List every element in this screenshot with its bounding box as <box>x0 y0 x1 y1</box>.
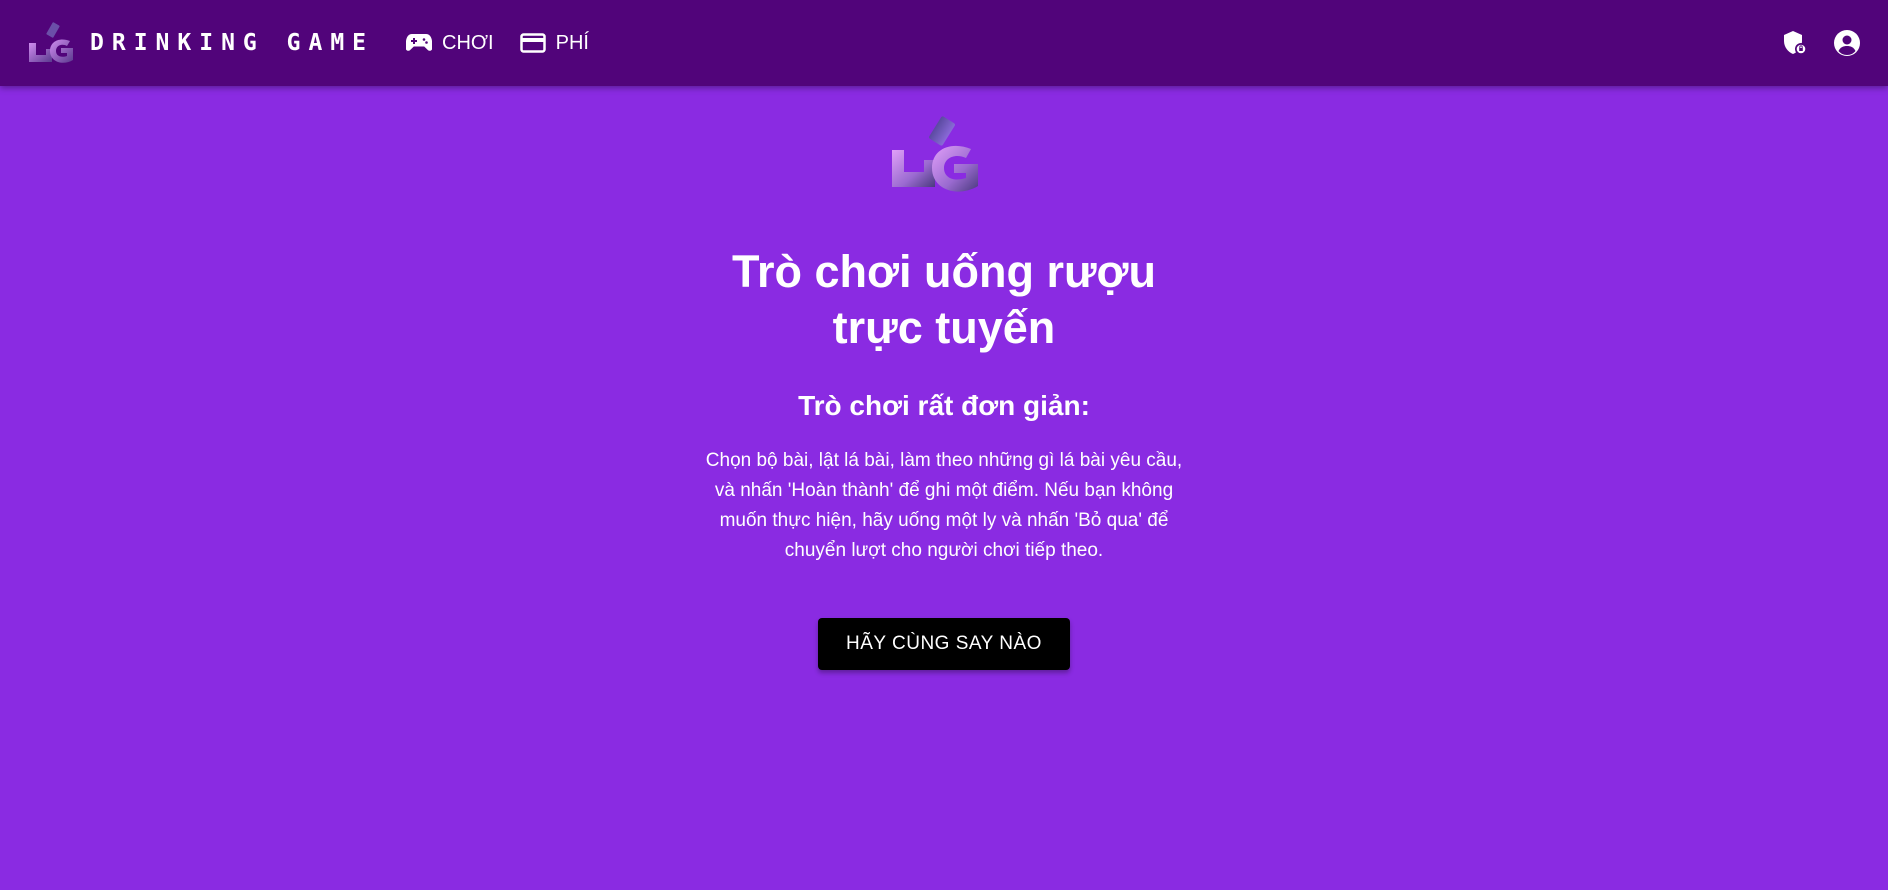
brand-title: DRINKING GAME <box>90 30 375 56</box>
hero-subtitle: Trò chơi rất đơn giản: <box>798 390 1090 421</box>
nav-play-label: CHƠI <box>442 31 494 54</box>
nav-fee-label: PHÍ <box>555 31 589 54</box>
account-circle-icon <box>1834 30 1860 56</box>
hero-title: Trò chơi uống rượu trực tuyến <box>731 246 1157 353</box>
nav-play-button[interactable]: CHƠI <box>402 26 498 61</box>
header-actions <box>1780 0 1862 86</box>
nav-fee-button[interactable]: PHÍ <box>516 26 593 61</box>
credit-card-icon <box>519 33 546 53</box>
hero-section: Trò chơi uống rượu trực tuyến Trò chơi r… <box>0 86 1888 670</box>
privacy-shield-icon <box>1784 31 1807 55</box>
account-button[interactable] <box>1832 28 1862 58</box>
app-bar: DRINKING GAME CHƠI PHÍ <box>0 0 1888 86</box>
dg-hero-logo-icon <box>892 116 978 192</box>
brand-home-link[interactable]: DRINKING GAME <box>27 21 374 65</box>
privacy-button[interactable] <box>1780 28 1810 58</box>
gamepad-icon <box>406 34 433 51</box>
dg-logo-icon <box>29 22 73 63</box>
lets-get-drunk-button[interactable]: HÃY CÙNG SAY NÀO <box>818 618 1070 670</box>
hero-description: Chọn bộ bài, lật lá bài, làm theo những … <box>705 450 1183 561</box>
